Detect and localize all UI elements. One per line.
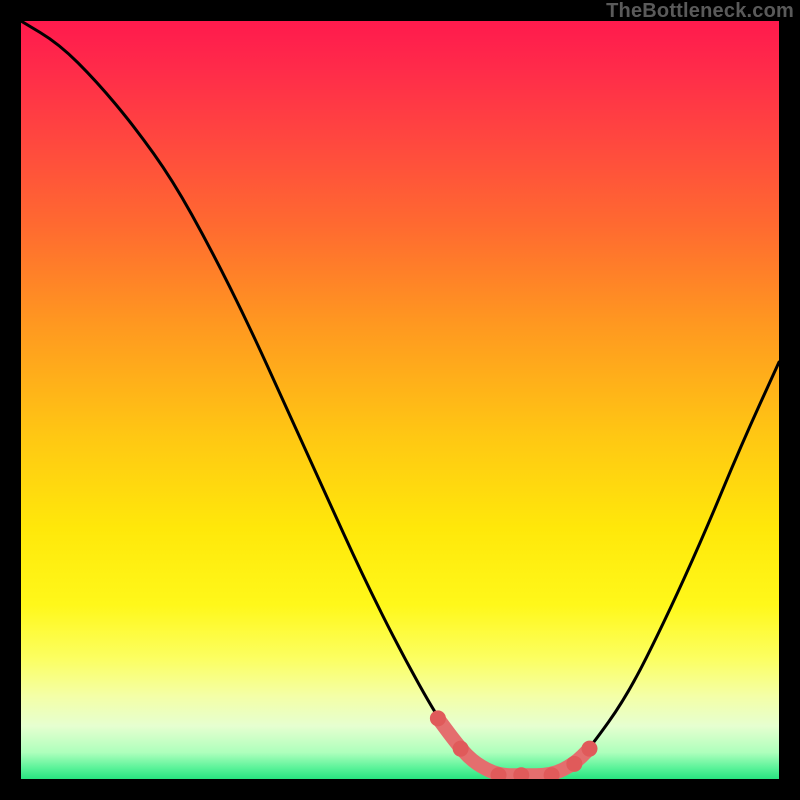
chart-frame: TheBottleneck.com [0,0,800,800]
marker-dot [566,756,582,772]
bottleneck-curve [21,21,779,775]
marker-dot [430,710,446,726]
plot-area [21,21,779,779]
marker-dot [453,741,469,757]
watermark-text: TheBottleneck.com [606,0,794,23]
curve-layer [21,21,779,779]
marker-dot [582,741,598,757]
